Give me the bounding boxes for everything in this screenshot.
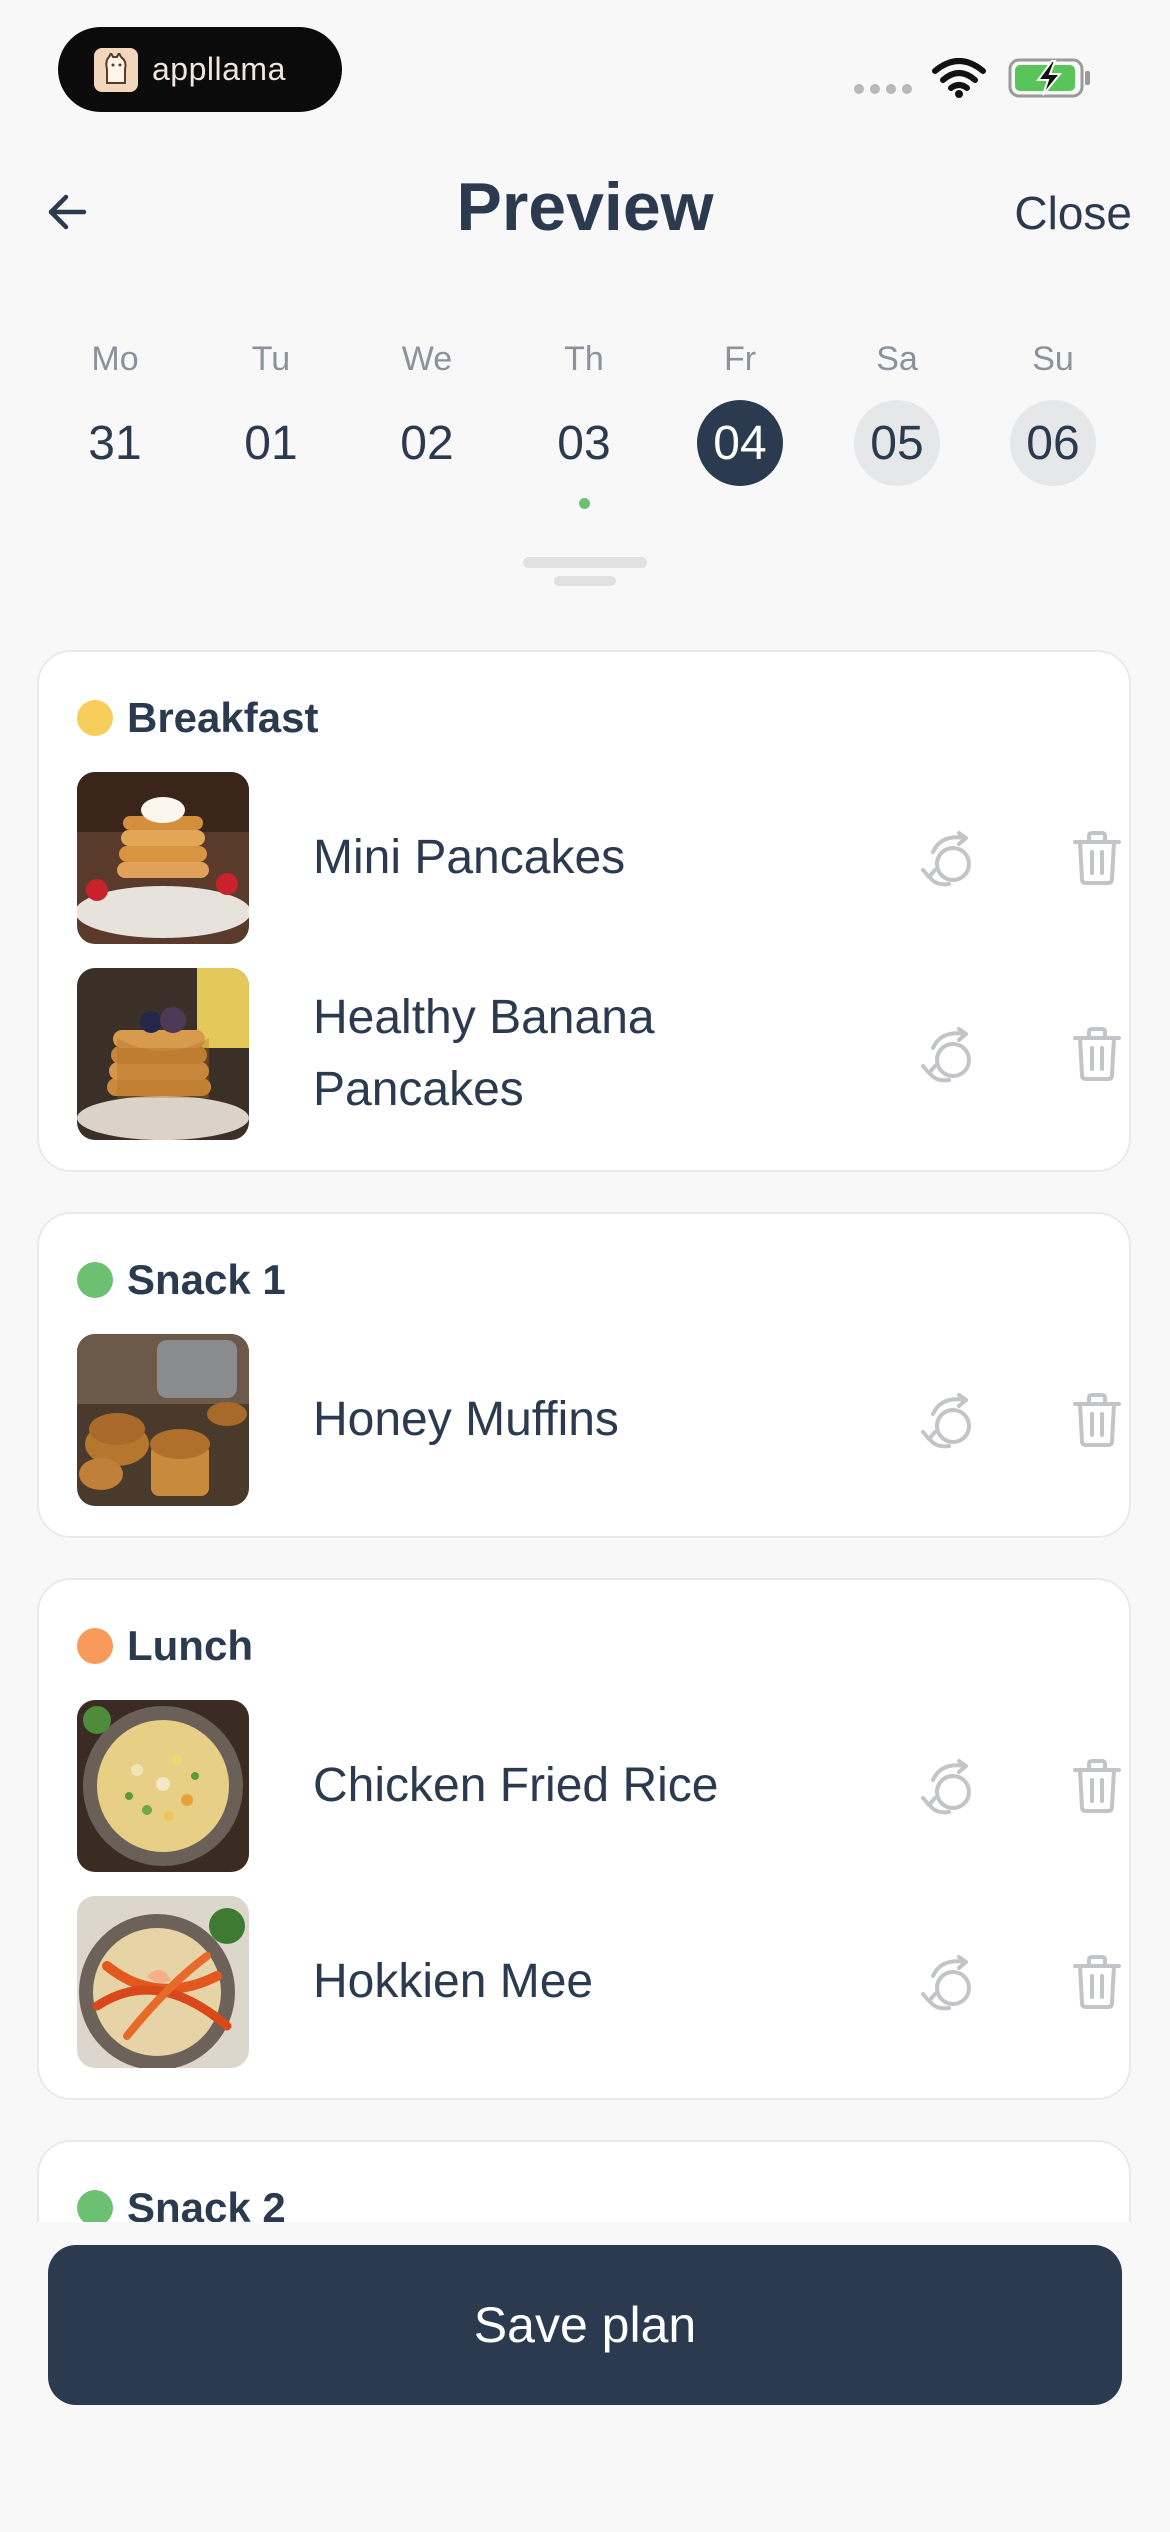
day-sa[interactable]: Sa 05 <box>847 340 947 486</box>
llama-logo-icon <box>94 47 138 92</box>
recipe-row[interactable]: Healthy Banana Pancakes <box>77 968 1121 1140</box>
recipe-name[interactable]: Mini Pancakes <box>313 772 873 944</box>
recipe-name[interactable]: Healthy Banana Pancakes <box>313 968 873 1140</box>
app-badge[interactable]: appllama <box>58 27 342 112</box>
day-number[interactable]: 02 <box>384 400 470 486</box>
day-label: We <box>401 340 453 378</box>
day-number[interactable]: 05 <box>854 400 940 486</box>
delete-trash-icon[interactable] <box>1071 1026 1123 1087</box>
day-su[interactable]: Su 06 <box>1003 340 1103 486</box>
day-number[interactable]: 06 <box>1010 400 1096 486</box>
day-label: Mo <box>91 340 139 378</box>
meal-card-breakfast: Breakfast Mini Pancakes Healthy Banana P… <box>37 650 1131 1172</box>
swap-recipe-icon[interactable] <box>919 1026 977 1089</box>
recipe-name[interactable]: Honey Muffins <box>313 1334 873 1506</box>
close-button[interactable]: Close <box>1014 186 1132 240</box>
day-th[interactable]: Th 03 <box>534 340 634 509</box>
planned-day-indicator <box>578 498 590 509</box>
save-plan-button[interactable]: Save plan <box>48 2245 1122 2405</box>
day-number[interactable]: 31 <box>72 400 158 486</box>
meal-title: Snack 2 <box>127 2184 286 2222</box>
swap-recipe-icon[interactable] <box>919 1758 977 1821</box>
recipe-image[interactable] <box>77 968 249 1140</box>
day-number[interactable]: 01 <box>228 400 314 486</box>
day-tu[interactable]: Tu 01 <box>221 340 321 486</box>
recipe-row[interactable]: Honey Muffins <box>77 1334 1121 1506</box>
meal-color-dot <box>77 1262 113 1298</box>
day-number[interactable]: 04 <box>697 400 783 486</box>
recipe-image[interactable] <box>77 1896 249 2068</box>
signal-icon <box>854 84 912 94</box>
swap-recipe-icon[interactable] <box>919 1954 977 2017</box>
sheet-handle-secondary <box>554 576 616 586</box>
day-label: Tu <box>251 340 291 378</box>
recipe-row[interactable]: Chicken Fried Rice <box>77 1700 1121 1872</box>
sheet-handle[interactable] <box>523 557 647 568</box>
meal-card-lunch: Lunch Chicken Fried Rice Hokkien Mee <box>37 1578 1131 2100</box>
meal-header: Snack 1 <box>77 1256 286 1304</box>
meal-card-snack-2: Snack 2 <box>37 2140 1131 2222</box>
day-label: Sa <box>876 340 918 378</box>
meal-header: Lunch <box>77 1622 253 1670</box>
recipe-image[interactable] <box>77 1334 249 1506</box>
recipe-image[interactable] <box>77 1700 249 1872</box>
meal-color-dot <box>77 700 113 736</box>
battery-charging-icon <box>1008 58 1090 98</box>
meal-header: Breakfast <box>77 694 318 742</box>
day-we[interactable]: We 02 <box>377 340 477 486</box>
delete-trash-icon[interactable] <box>1071 1758 1123 1819</box>
day-mo[interactable]: Mo 31 <box>65 340 165 486</box>
app-badge-label: appllama <box>152 51 286 87</box>
delete-trash-icon[interactable] <box>1071 1392 1123 1453</box>
meal-title: Snack 1 <box>127 1256 286 1303</box>
meal-list: Breakfast Mini Pancakes Healthy Banana P… <box>0 640 1170 2222</box>
day-label: Su <box>1032 340 1074 378</box>
meal-title: Lunch <box>127 1622 253 1669</box>
meal-header: Snack 2 <box>77 2184 286 2222</box>
recipe-row[interactable]: Mini Pancakes <box>77 772 1121 944</box>
meal-title: Breakfast <box>127 694 319 741</box>
recipe-name[interactable]: Chicken Fried Rice <box>313 1700 873 1872</box>
recipe-name[interactable]: Hokkien Mee <box>313 1896 873 2068</box>
meal-color-dot <box>77 2190 113 2222</box>
delete-trash-icon[interactable] <box>1071 830 1123 891</box>
meal-card-snack-1: Snack 1 Honey Muffins <box>37 1212 1131 1538</box>
wifi-icon <box>932 58 986 98</box>
day-label: Fr <box>723 340 757 378</box>
page-title: Preview <box>456 169 714 245</box>
swap-recipe-icon[interactable] <box>919 830 977 893</box>
swap-recipe-icon[interactable] <box>919 1392 977 1455</box>
recipe-row[interactable]: Hokkien Mee <box>77 1896 1121 2068</box>
day-fr[interactable]: Fr 04 <box>690 340 790 486</box>
meal-color-dot <box>77 1628 113 1664</box>
delete-trash-icon[interactable] <box>1071 1954 1123 2015</box>
day-label: Th <box>564 340 604 378</box>
recipe-image[interactable] <box>77 772 249 944</box>
day-number[interactable]: 03 <box>541 400 627 486</box>
